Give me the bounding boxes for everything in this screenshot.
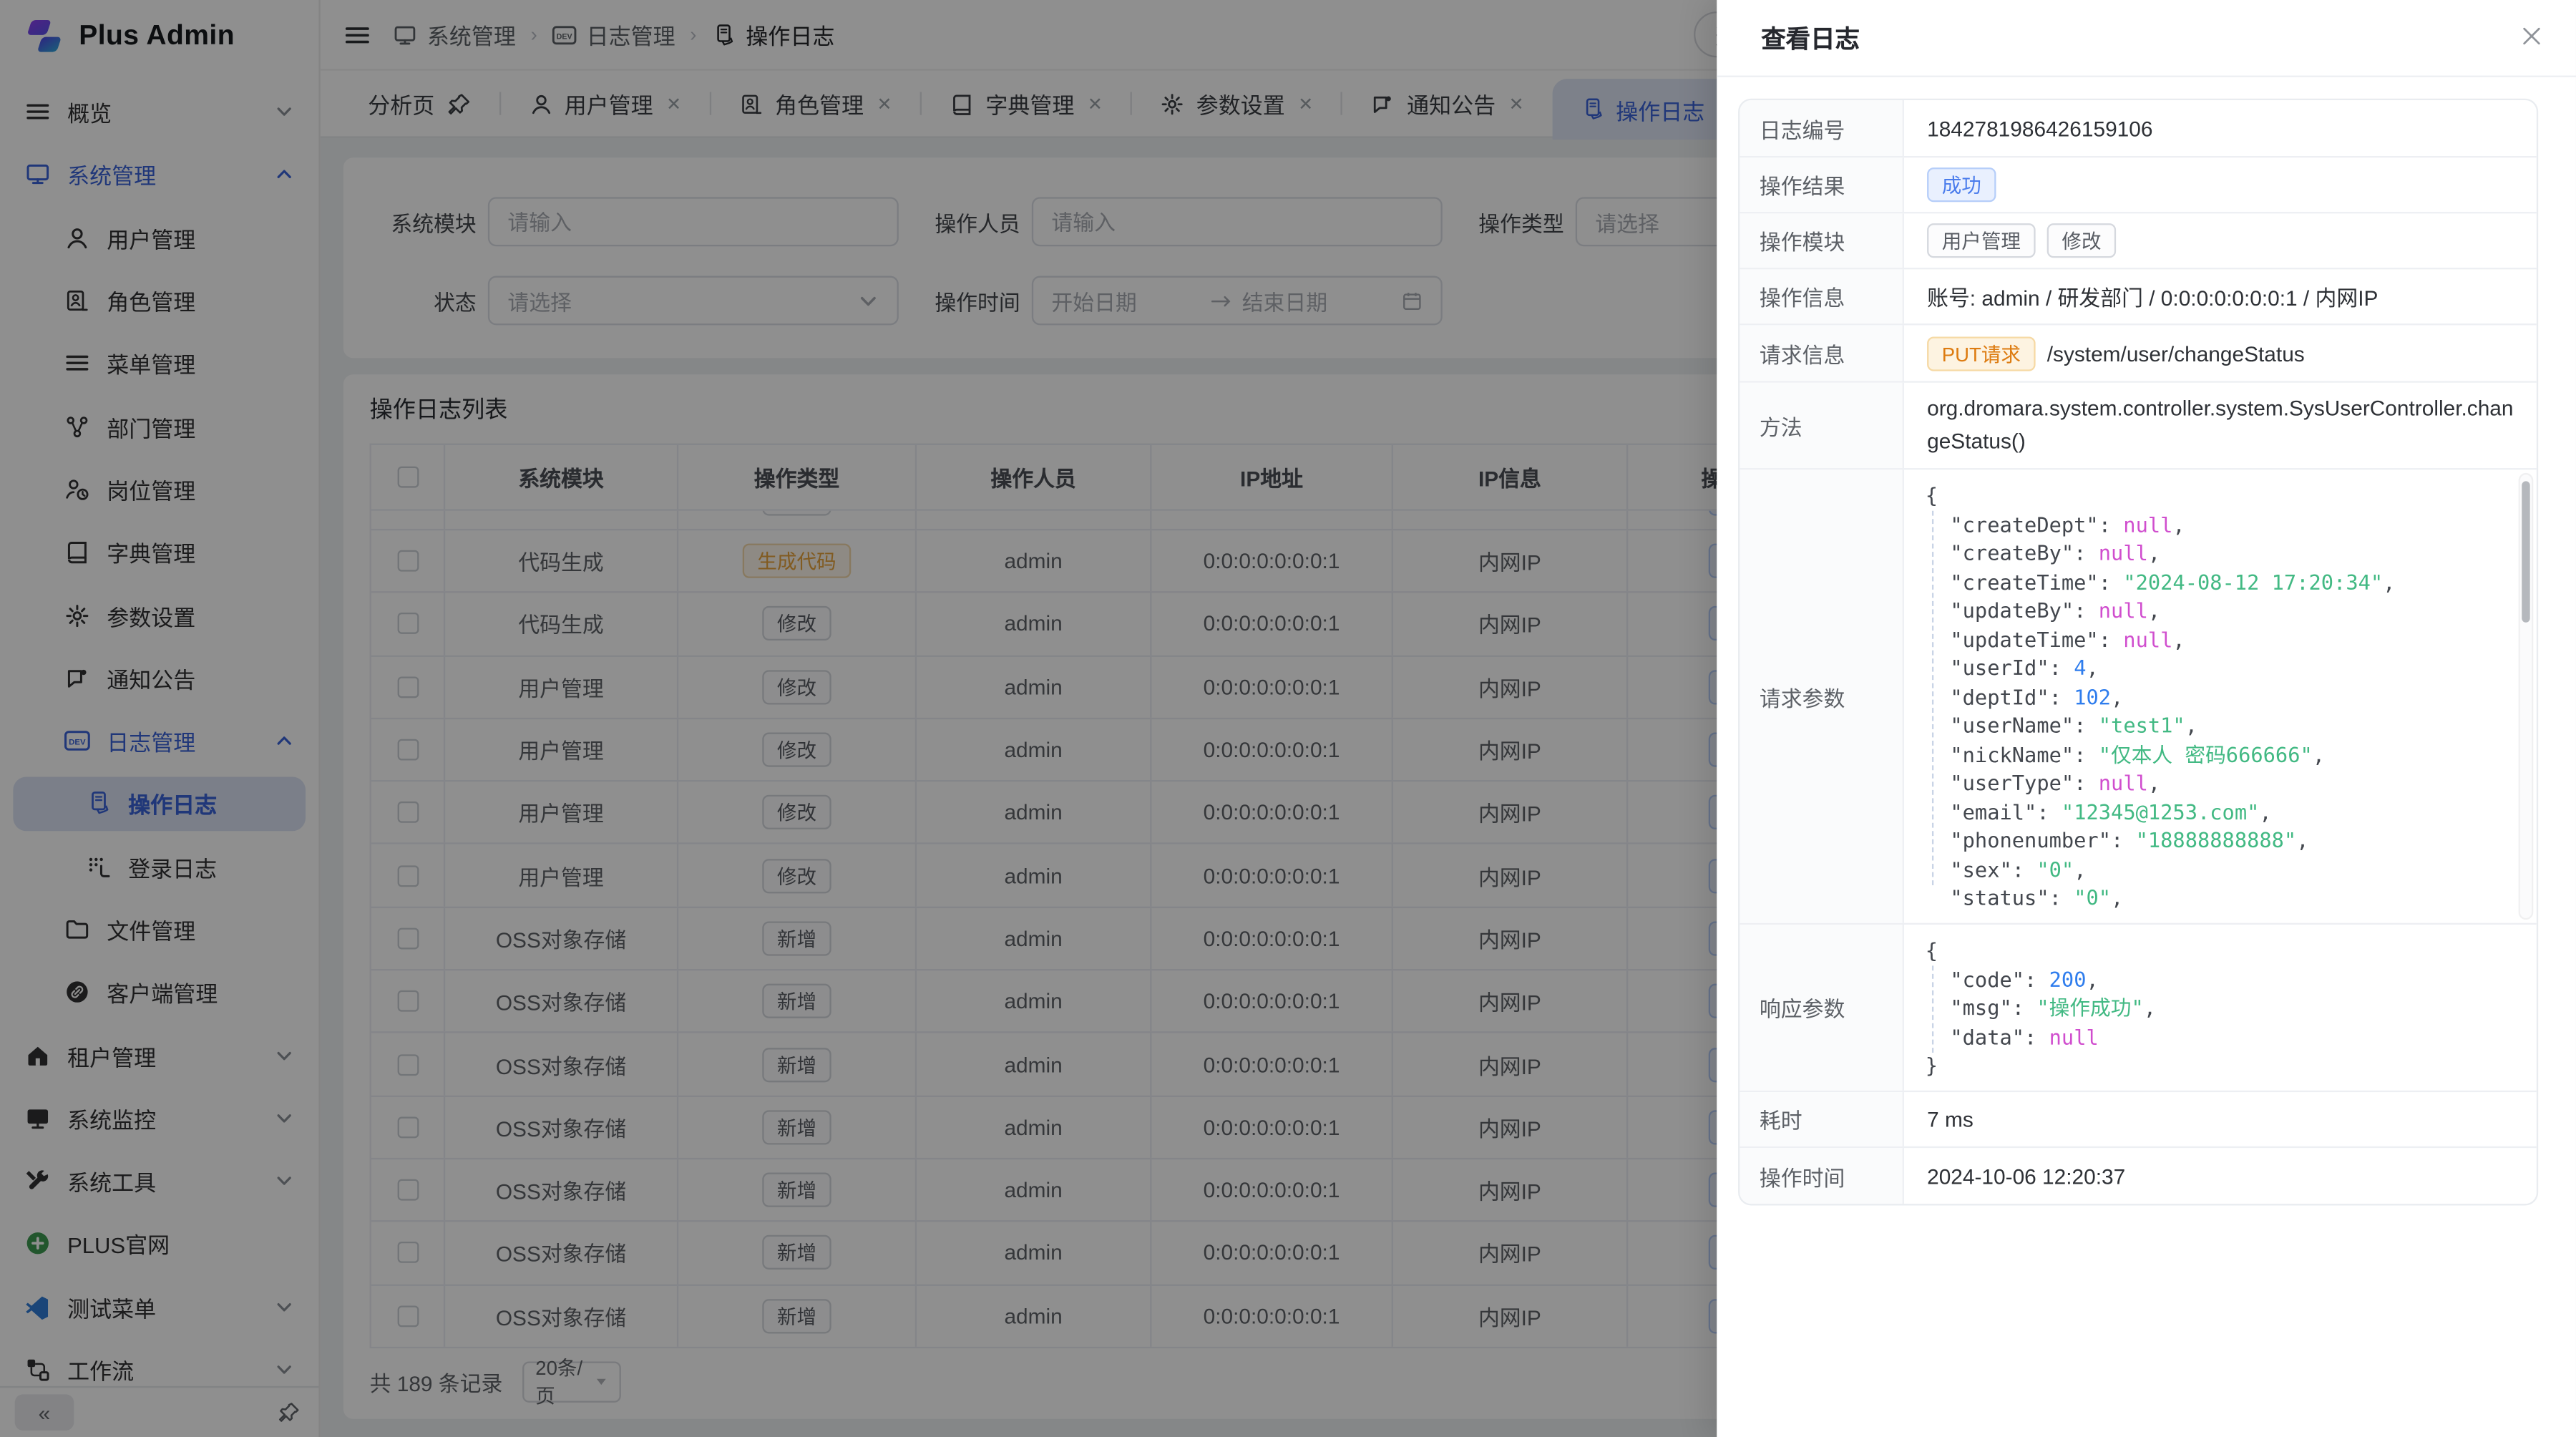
drawer-title: 查看日志 <box>1761 21 1860 55</box>
code-line: "nickName": "仅本人 密码666666", <box>1926 740 2537 769</box>
field-label-request: 请求信息 <box>1740 325 1904 381</box>
code-line: "createTime": "2024-08-12 17:20:34", <box>1926 568 2537 596</box>
drawer-header: 查看日志 <box>1717 0 2576 77</box>
field-value-info: 账号: admin / 研发部门 / 0:0:0:0:0:0:0:1 / 内网I… <box>1904 269 2537 323</box>
code-line: "updateBy": null, <box>1926 596 2537 625</box>
field-value-method: org.dromara.system.controller.system.Sys… <box>1904 383 2537 468</box>
indent-guide <box>1932 511 1933 885</box>
request-path: /system/user/changeStatus <box>2047 341 2305 365</box>
field-label-info: 操作信息 <box>1740 269 1904 323</box>
screen: Plus Admin 概览系统管理用户管理角色管理菜单管理部门管理岗位管理字典管… <box>0 0 2576 1437</box>
code-line: } <box>1926 1051 2537 1080</box>
response-params-cell: { "code": 200, "msg": "操作成功", "data": nu… <box>1904 925 2537 1091</box>
json-code-block: { "code": 200, "msg": "操作成功", "data": nu… <box>1904 925 2537 1080</box>
action-tag: 修改 <box>2047 223 2116 258</box>
code-line: "status": "0", <box>1926 884 2537 912</box>
code-line: "deptId": 102, <box>1926 683 2537 711</box>
field-value-module: 用户管理 修改 <box>1904 213 2537 268</box>
code-line: { <box>1926 481 2537 510</box>
code-line: "phonenumber": "18888888888", <box>1926 826 2537 854</box>
view-log-drawer: 查看日志 日志编号 1842781986426159106 操作结果 成功 操作… <box>1717 0 2576 1437</box>
field-label-log-id: 日志编号 <box>1740 100 1904 156</box>
code-line: "sex": "0", <box>1926 854 2537 883</box>
code-line: "userId": 4, <box>1926 653 2537 682</box>
scrollbar-track <box>2519 473 2534 920</box>
code-line: "createDept": null, <box>1926 510 2537 539</box>
field-label-resp-params: 响应参数 <box>1740 925 1904 1091</box>
field-label-method: 方法 <box>1740 383 1904 468</box>
code-line: "userType": null, <box>1926 769 2537 797</box>
code-line: "msg": "操作成功", <box>1926 993 2537 1022</box>
json-code-block: { "createDept": null, "createBy": null, … <box>1904 469 2537 912</box>
request-params-cell: { "createDept": null, "createBy": null, … <box>1904 469 2537 922</box>
module-tag: 用户管理 <box>1927 223 2036 258</box>
code-line: { <box>1926 936 2537 965</box>
field-label-duration: 耗时 <box>1740 1092 1904 1146</box>
field-value-time: 2024-10-06 12:20:37 <box>1904 1148 2537 1204</box>
field-value-request: PUT请求 /system/user/changeStatus <box>1904 325 2537 381</box>
code-line: "updateTime": null, <box>1926 625 2537 653</box>
close-icon[interactable] <box>2520 24 2547 51</box>
http-method-tag: PUT请求 <box>1927 336 2036 370</box>
code-line: "email": "12345@1253.com", <box>1926 797 2537 826</box>
code-line: "userName": "test1", <box>1926 711 2537 740</box>
field-label-time: 操作时间 <box>1740 1148 1904 1204</box>
indent-guide <box>1932 965 1933 1051</box>
field-value-result: 成功 <box>1904 157 2537 212</box>
field-value-duration: 7 ms <box>1904 1092 2537 1146</box>
field-label-module: 操作模块 <box>1740 213 1904 268</box>
scrollbar-thumb[interactable] <box>2522 481 2529 622</box>
code-line: "code": 200, <box>1926 965 2537 993</box>
log-detail-table: 日志编号 1842781986426159106 操作结果 成功 操作模块 用户… <box>1738 99 2538 1206</box>
field-label-result: 操作结果 <box>1740 157 1904 212</box>
field-label-req-params: 请求参数 <box>1740 469 1904 922</box>
code-line: "data": null <box>1926 1023 2537 1051</box>
status-badge: 成功 <box>1927 167 1996 202</box>
code-line: "createBy": null, <box>1926 539 2537 568</box>
field-value-log-id: 1842781986426159106 <box>1904 100 2537 156</box>
